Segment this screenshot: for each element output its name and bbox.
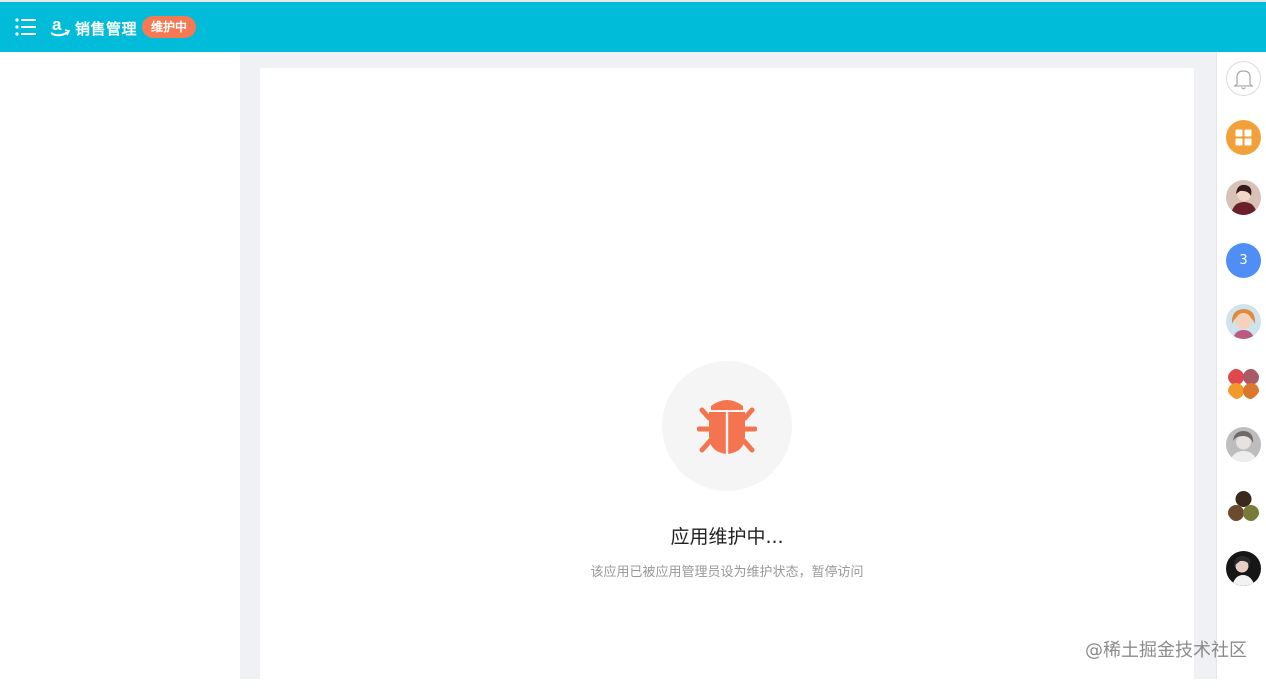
group-avatar <box>1226 366 1261 401</box>
apps-grid-icon <box>1235 129 1252 146</box>
avatar-user-4[interactable] <box>1226 551 1261 586</box>
svg-text:a: a <box>52 15 62 34</box>
bell-icon <box>1233 70 1254 90</box>
avatar-group-2[interactable] <box>1226 489 1261 524</box>
app-title: 销售管理 <box>75 20 138 38</box>
avatar-user-2[interactable] <box>1226 304 1261 339</box>
amazon-logo-icon: a <box>50 15 70 37</box>
group-avatar <box>1226 489 1261 524</box>
avatar-user-1[interactable] <box>1226 180 1261 215</box>
left-sidebar <box>0 52 240 679</box>
content-area: 应用维护中... 该应用已被应用管理员设为维护状态，暂停访问 <box>240 52 1216 688</box>
maintenance-title: 应用维护中... <box>670 526 784 548</box>
avatar-photo <box>1226 427 1261 462</box>
avatar-cartoon <box>1226 304 1261 339</box>
avatar-photo <box>1226 551 1261 586</box>
bug-icon-circle <box>662 361 792 491</box>
maintenance-description: 该应用已被应用管理员设为维护状态，暂停访问 <box>590 565 864 580</box>
notification-count-button[interactable]: 3 <box>1226 243 1261 278</box>
watermark: @稀土掘金技术社区 <box>1085 640 1247 661</box>
top-header: a 销售管理 维护中 <box>0 2 1266 52</box>
apps-button[interactable] <box>1226 120 1261 155</box>
avatar-group-1[interactable] <box>1226 366 1261 401</box>
menu-icon[interactable] <box>15 18 37 36</box>
right-rail: 3 <box>1216 52 1266 679</box>
avatar-user-3[interactable] <box>1226 427 1261 462</box>
status-badge: 维护中 <box>142 16 197 38</box>
avatar-photo <box>1226 180 1261 215</box>
bug-icon <box>697 400 757 454</box>
maintenance-card: 应用维护中... 该应用已被应用管理员设为维护状态，暂停访问 <box>260 68 1194 688</box>
notification-bell-button[interactable] <box>1226 61 1261 96</box>
